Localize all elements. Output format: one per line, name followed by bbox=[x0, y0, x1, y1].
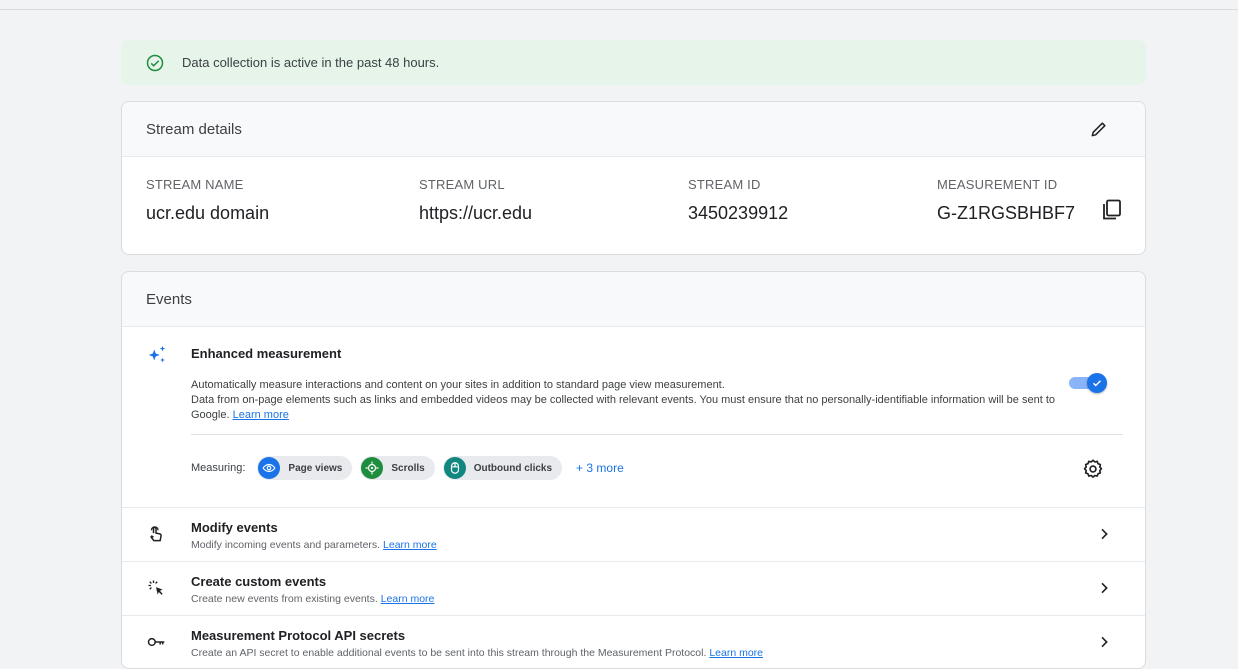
events-card: Events Enhanced measurement Automaticall… bbox=[121, 271, 1146, 669]
row-description: Create an API secret to enable additiona… bbox=[191, 647, 763, 659]
events-title: Events bbox=[146, 290, 192, 308]
measuring-row: Measuring: Page views Scrolls Outbound c… bbox=[191, 456, 624, 480]
check-icon bbox=[1092, 380, 1102, 387]
click-sparkle-icon bbox=[148, 580, 163, 595]
chevron-right-icon bbox=[1101, 528, 1108, 540]
enhanced-measurement-section: Enhanced measurement Automatically measu… bbox=[122, 327, 1145, 507]
learn-more-link[interactable]: Learn more bbox=[383, 539, 437, 551]
events-header: Events bbox=[122, 272, 1145, 327]
stream-fields: STREAM NAME ucr.edu domain STREAM URL ht… bbox=[122, 157, 1145, 254]
row-description: Create new events from existing events. … bbox=[191, 593, 434, 605]
stream-details-card: Stream details STREAM NAME ucr.edu domai… bbox=[121, 101, 1146, 255]
status-banner: Data collection is active in the past 48… bbox=[121, 40, 1146, 85]
chip-label: Outbound clicks bbox=[473, 462, 553, 474]
enhanced-measurement-toggle[interactable] bbox=[1069, 373, 1107, 393]
chip-label: Page views bbox=[288, 462, 343, 474]
touch-icon bbox=[150, 526, 162, 542]
create-custom-events-row[interactable]: Create custom events Create new events f… bbox=[122, 561, 1145, 615]
stream-name-field: STREAM NAME ucr.edu domain bbox=[146, 177, 269, 224]
eye-icon bbox=[258, 457, 281, 479]
edit-icon[interactable] bbox=[1089, 119, 1109, 139]
enhanced-measurement-title: Enhanced measurement bbox=[191, 346, 342, 361]
sparkle-icon bbox=[148, 345, 166, 363]
stream-details-title: Stream details bbox=[146, 120, 242, 138]
chevron-right-icon bbox=[1101, 582, 1108, 594]
gear-icon[interactable] bbox=[1082, 458, 1104, 480]
chevron-right-icon bbox=[1101, 636, 1108, 648]
chip-label: Scrolls bbox=[391, 462, 425, 474]
scroll-target-icon bbox=[361, 457, 384, 479]
learn-more-link[interactable]: Learn more bbox=[709, 647, 763, 659]
chip-page-views: Page views bbox=[257, 456, 353, 480]
field-label: STREAM NAME bbox=[146, 177, 244, 192]
modify-events-row[interactable]: Modify events Modify incoming events and… bbox=[122, 507, 1145, 561]
field-value: 3450239912 bbox=[688, 203, 789, 223]
measuring-label: Measuring: bbox=[191, 462, 246, 474]
description-line-1: Automatically measure interactions and c… bbox=[191, 379, 725, 391]
row-title: Create custom events bbox=[191, 574, 327, 589]
stream-id-field: STREAM ID 3450239912 bbox=[688, 177, 788, 224]
measurement-protocol-row[interactable]: Measurement Protocol API secrets Create … bbox=[122, 615, 1145, 668]
stream-url-field: STREAM URL https://ucr.edu bbox=[419, 177, 532, 224]
section-divider bbox=[191, 434, 1123, 435]
mouse-icon bbox=[443, 457, 466, 479]
stream-details-header: Stream details bbox=[122, 102, 1145, 157]
field-label: MEASUREMENT ID bbox=[937, 177, 1058, 192]
learn-more-link[interactable]: Learn more bbox=[233, 409, 289, 421]
field-value: G-Z1RGSBHBF7 bbox=[937, 203, 1076, 223]
check-circle-icon bbox=[146, 54, 164, 72]
status-text: Data collection is active in the past 48… bbox=[182, 55, 440, 70]
top-divider bbox=[0, 9, 1238, 10]
field-label: STREAM ID bbox=[688, 177, 761, 192]
row-description-text: Modify incoming events and parameters. bbox=[191, 539, 381, 551]
learn-more-link[interactable]: Learn more bbox=[381, 593, 435, 605]
toggle-knob bbox=[1087, 373, 1107, 393]
field-value: https://ucr.edu bbox=[419, 203, 533, 223]
more-chips-link[interactable]: + 3 more bbox=[576, 461, 624, 475]
field-value: ucr.edu domain bbox=[146, 203, 270, 223]
row-description-text: Create new events from existing events. bbox=[191, 593, 378, 605]
chip-outbound-clicks: Outbound clicks bbox=[442, 456, 563, 480]
field-label: STREAM URL bbox=[419, 177, 505, 192]
row-title: Modify events bbox=[191, 520, 278, 535]
description-line-2: Data from on-page elements such as links… bbox=[191, 394, 1055, 421]
enhanced-measurement-description: Automatically measure interactions and c… bbox=[191, 378, 1071, 423]
chip-scrolls: Scrolls bbox=[360, 456, 435, 480]
row-description-text: Create an API secret to enable additiona… bbox=[191, 647, 707, 659]
key-icon bbox=[147, 637, 165, 647]
stream-page: Data collection is active in the past 48… bbox=[121, 40, 1146, 669]
row-title: Measurement Protocol API secrets bbox=[191, 628, 406, 643]
copy-icon[interactable] bbox=[1102, 199, 1122, 221]
measurement-id-field: MEASUREMENT ID G-Z1RGSBHBF7 bbox=[937, 177, 1121, 224]
row-description: Modify incoming events and parameters. L… bbox=[191, 539, 437, 551]
